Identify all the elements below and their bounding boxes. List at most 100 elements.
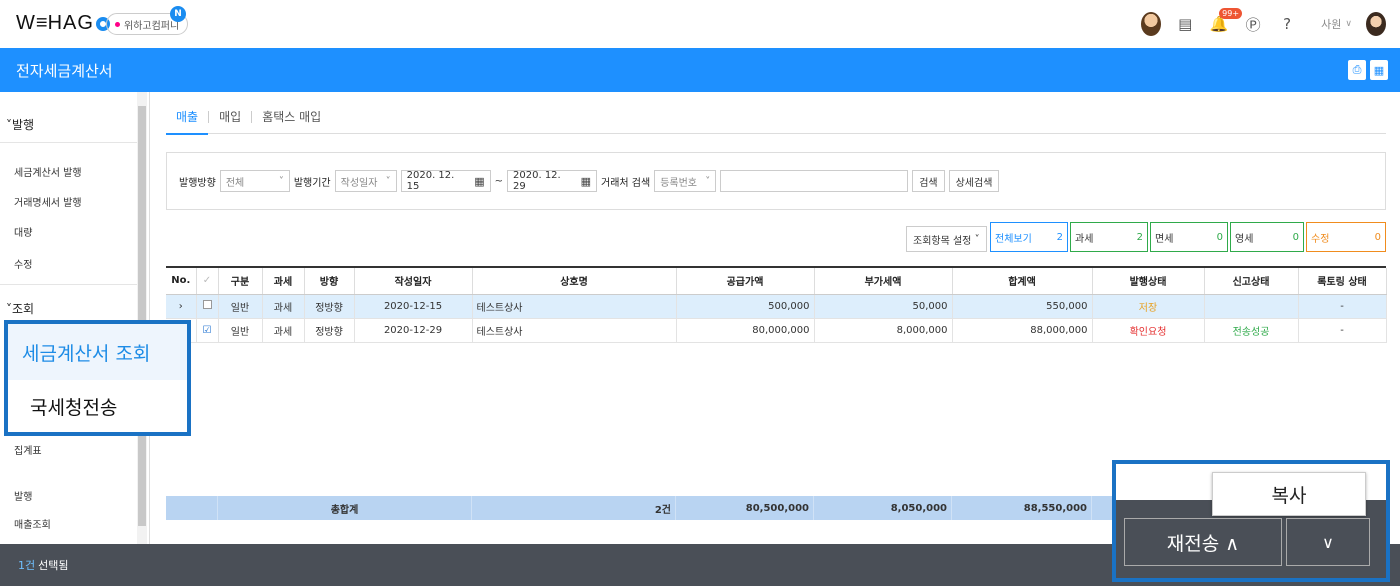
chevron-down-icon: ˅: [278, 175, 284, 187]
cell-status: -: [1298, 318, 1387, 343]
table-row[interactable]: › 일반 과세 정방향 2020-12-15 테스트상사 500,000 50,…: [166, 294, 1387, 319]
cell-date: 2020-12-29: [354, 318, 473, 343]
cell-company: 테스트상사: [472, 318, 677, 343]
col-no: No.: [166, 268, 197, 295]
cell-direction: 정방향: [304, 294, 355, 319]
sidebar-item-summary[interactable]: 집계표: [14, 442, 42, 457]
row-expand-icon[interactable]: ›: [166, 294, 197, 319]
cell-supply: 500,000: [676, 294, 815, 319]
cell-type: 일반: [218, 318, 263, 343]
col-supply[interactable]: 공급가액: [676, 268, 815, 295]
cell-total: 88,000,000: [952, 318, 1093, 343]
date-to-input[interactable]: 2020. 12. 29 ▦: [507, 170, 598, 192]
table-header-row: No. ✓ 구분 과세 방향 작성일자 상호명 공급가액 부가세액 합계액 발행…: [166, 268, 1387, 295]
top-navigation-bar: W ≡ HAG 위하고컴퍼니 N ▤ 🔔 99+ Ⓟ ? 사원 ∨: [0, 0, 1400, 48]
help-icon[interactable]: ?: [1277, 14, 1297, 34]
chevron-down-icon: ˅: [705, 175, 711, 187]
sidebar-section-view[interactable]: ˅조회: [6, 300, 34, 317]
check-icon: ☑: [202, 324, 212, 336]
cell-report-status: [1204, 294, 1299, 319]
bell-icon[interactable]: 🔔 99+: [1209, 8, 1243, 34]
col-total[interactable]: 합계액: [952, 268, 1093, 295]
cell-vat: 8,000,000: [814, 318, 953, 343]
col-date[interactable]: 작성일자: [354, 268, 473, 295]
total-supply: 80,500,000: [676, 496, 814, 520]
page-title-bar: 전자세금계산서 ⎙ ▦: [0, 48, 1400, 92]
page-title: 전자세금계산서: [16, 61, 113, 80]
tab-purchase[interactable]: 매입: [209, 100, 251, 134]
user-name[interactable]: 사원: [1321, 16, 1341, 32]
total-sum: 88,550,000: [952, 496, 1092, 520]
partner-type-select[interactable]: 등록번호 ˅: [654, 170, 717, 192]
col-report-status[interactable]: 신고상태: [1204, 268, 1299, 295]
col-direction[interactable]: 방향: [304, 268, 355, 295]
advanced-search-button[interactable]: 상세검색: [948, 170, 1000, 192]
tab-sales[interactable]: 매출: [166, 100, 209, 135]
chip-all[interactable]: 전체보기 2: [990, 222, 1068, 252]
sidebar-item-issue2[interactable]: 발행: [14, 488, 32, 503]
cell-tax: 과세: [262, 294, 305, 319]
cell-issue-status: 확인요청: [1092, 318, 1205, 343]
chip-modified[interactable]: 수정 0: [1306, 222, 1386, 252]
search-button[interactable]: 검색: [912, 170, 945, 192]
chevron-down-icon[interactable]: ∨: [1286, 518, 1370, 566]
point-icon[interactable]: Ⓟ: [1243, 14, 1263, 34]
cell-issue-status: 저장: [1092, 294, 1205, 319]
sidebar-scrollbar[interactable]: [137, 92, 147, 544]
partner-search-input[interactable]: [720, 170, 909, 192]
total-label: 총합계: [218, 496, 472, 520]
row-checkbox[interactable]: [196, 294, 219, 319]
tab-hometax-purchase[interactable]: 홈택스 매입: [252, 100, 331, 134]
table-row[interactable]: ☑ 일반 과세 정방향 2020-12-29 테스트상사 80,000,000 …: [166, 318, 1387, 343]
col-tax[interactable]: 과세: [262, 268, 305, 295]
col-vat[interactable]: 부가세액: [814, 268, 953, 295]
chevron-down-icon: ˅: [385, 175, 391, 187]
sidebar-item-bulk[interactable]: 대량: [14, 224, 32, 239]
col-check[interactable]: ✓: [196, 268, 219, 295]
wehago-logo[interactable]: W ≡ HAG: [16, 12, 110, 35]
period-type-select[interactable]: 작성일자 ˅: [334, 170, 397, 192]
menu-item-nts-transmit[interactable]: 국세청전송: [8, 380, 187, 432]
cell-date: 2020-12-15: [354, 294, 473, 319]
direction-select[interactable]: 전체 ˅: [219, 170, 290, 192]
total-vat: 8,050,000: [814, 496, 952, 520]
zoom-callout-actions: 복사 재전송 ∧ ∨: [1112, 460, 1390, 582]
resend-button[interactable]: 재전송 ∧: [1124, 518, 1282, 566]
copy-button[interactable]: 복사: [1212, 472, 1366, 516]
chevron-down-icon[interactable]: ∨: [1345, 19, 1352, 29]
column-setting-button[interactable]: 조회항목 설정 ˅: [906, 226, 987, 252]
row-checkbox[interactable]: ☑: [196, 318, 219, 343]
col-company[interactable]: 상호명: [472, 268, 677, 295]
sidebar-item-tax-invoice-issue[interactable]: 세금계산서 발행: [14, 164, 82, 179]
chip-taxable[interactable]: 과세 2: [1070, 222, 1148, 252]
chip-zero-rated[interactable]: 영세 0: [1230, 222, 1304, 252]
menu-item-tax-invoice-view[interactable]: 세금계산서 조회: [8, 324, 187, 380]
col-type[interactable]: 구분: [218, 268, 263, 295]
total-count: 2건: [472, 496, 676, 520]
sidebar: ˅발행 세금계산서 발행 거래명세서 발행 대량 수정 ˅조회 집계표 발행 매…: [0, 92, 150, 544]
document-icon[interactable]: ▤: [1175, 14, 1195, 34]
col-status[interactable]: 록토링 상태: [1298, 268, 1387, 295]
print-icon[interactable]: ⎙: [1348, 60, 1366, 80]
company-dot-icon: [115, 21, 120, 27]
cell-vat: 50,000: [814, 294, 953, 319]
selection-count: 1건 선택됨: [18, 559, 69, 572]
chevron-down-icon: ˅: [974, 233, 980, 245]
sidebar-item-statement-issue[interactable]: 거래명세서 발행: [14, 194, 82, 209]
cell-company: 테스트상사: [472, 294, 677, 319]
user-avatar[interactable]: [1366, 12, 1386, 36]
cell-total: 550,000: [952, 294, 1093, 319]
zoom-callout-menu: 세금계산서 조회 국세청전송: [4, 320, 191, 436]
profile-character-icon[interactable]: [1141, 12, 1162, 36]
date-from-input[interactable]: 2020. 12. 15 ▦: [400, 170, 491, 192]
chip-exempt[interactable]: 면세 0: [1150, 222, 1228, 252]
col-issue-status[interactable]: 발행상태: [1092, 268, 1205, 295]
cell-tax: 과세: [262, 318, 305, 343]
excel-icon[interactable]: ▦: [1370, 60, 1388, 80]
calendar-icon: ▦: [580, 174, 592, 188]
sidebar-section-issue[interactable]: ˅발행: [6, 116, 34, 133]
new-badge: N: [170, 6, 186, 22]
sidebar-item-modify[interactable]: 수정: [14, 256, 32, 271]
partner-search-label: 거래처 검색: [601, 177, 651, 189]
sidebar-item-sales-view[interactable]: 매출조회: [14, 516, 51, 531]
